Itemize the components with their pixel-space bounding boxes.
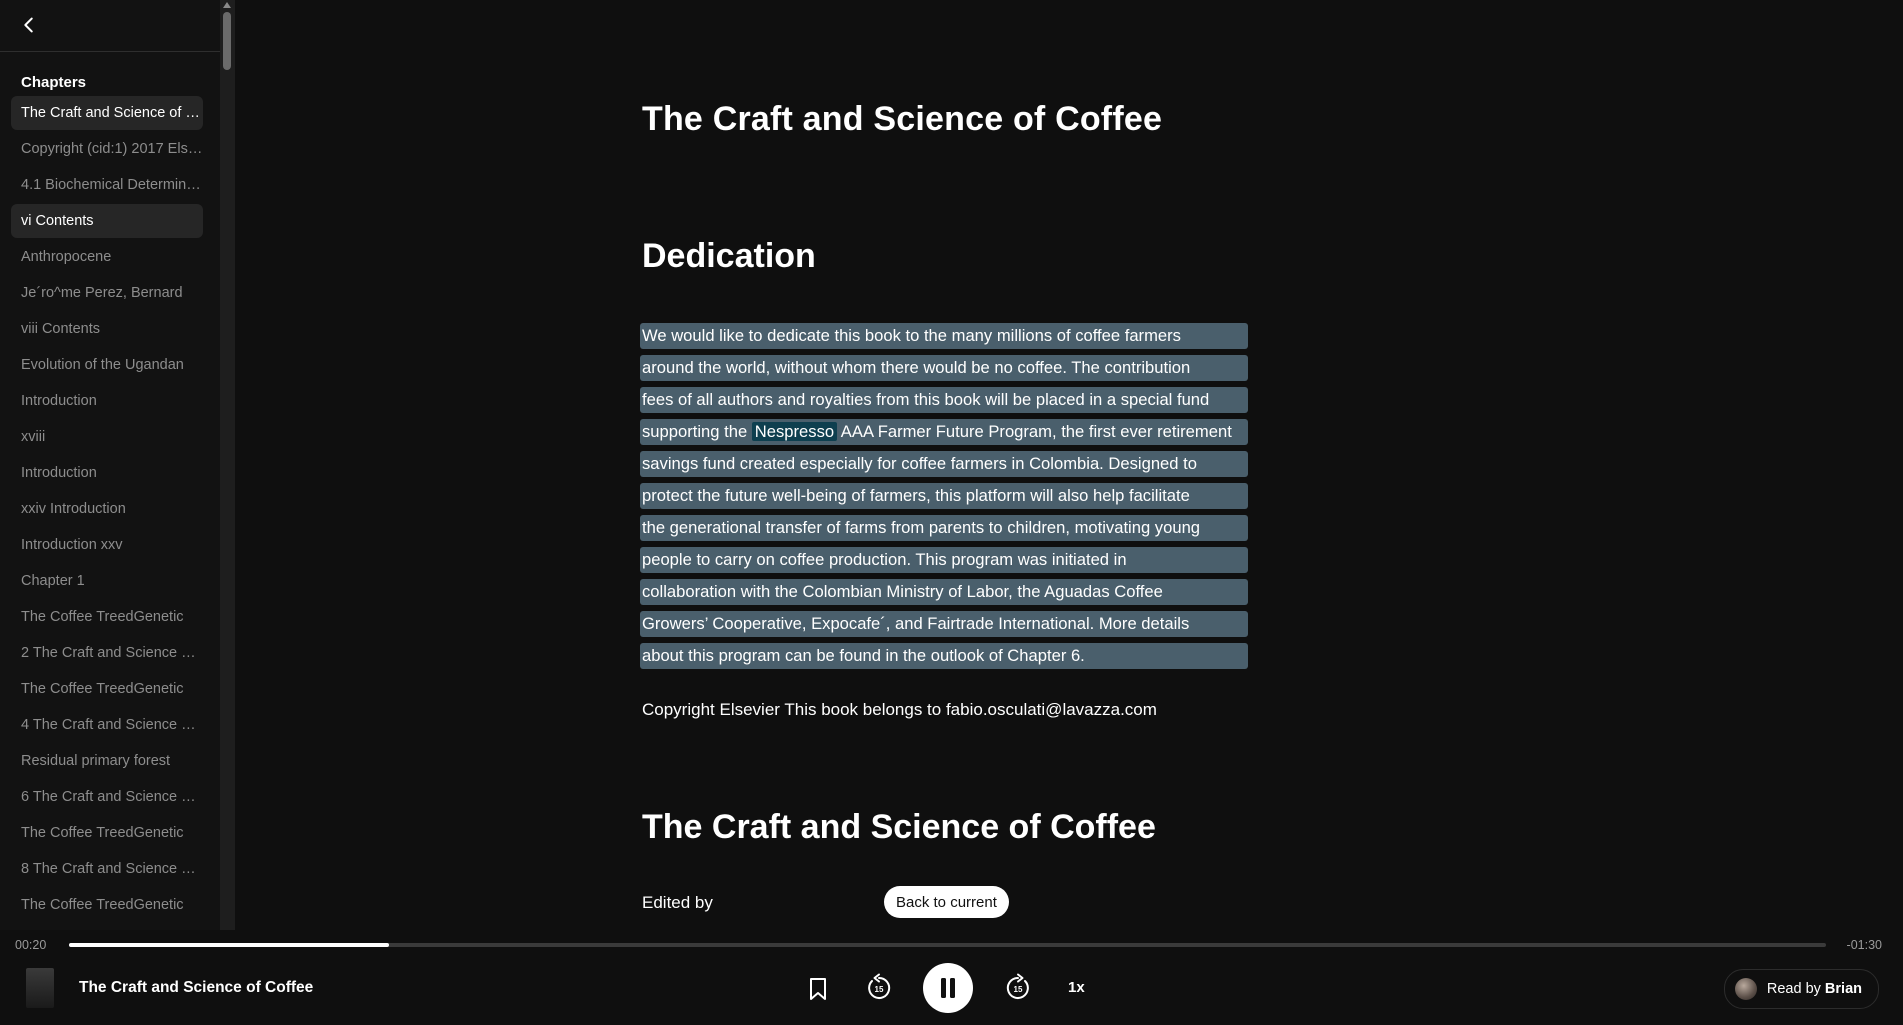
chapter-item[interactable]: Introduction xyxy=(11,384,203,418)
dedication-line: people to carry on coffee production. Th… xyxy=(640,547,1248,573)
chapter-item[interactable]: 8 The Craft and Science of Coffee xyxy=(11,852,203,886)
back-arrow-icon[interactable] xyxy=(18,14,40,36)
dedication-text[interactable]: We would like to dedicate this book to t… xyxy=(640,323,1248,675)
sidebar-header xyxy=(0,0,220,52)
elapsed-time: 00:20 xyxy=(15,938,47,952)
chapter-item[interactable]: The Coffee TreedGenetic xyxy=(11,816,203,850)
chapter-item[interactable]: The Coffee TreedGenetic xyxy=(11,888,203,922)
chapter-item[interactable]: Chapter 1 xyxy=(11,564,203,598)
bookmark-icon[interactable] xyxy=(806,976,830,1002)
chapter-list: The Craft and Science of CoffeeCopyright… xyxy=(11,96,203,924)
dedication-line: about this program can be found in the o… xyxy=(640,643,1248,669)
svg-text:15: 15 xyxy=(1014,985,1023,994)
dedication-line: collaboration with the Colombian Ministr… xyxy=(640,579,1248,605)
chapter-item[interactable]: Evolution of the Ugandan xyxy=(11,348,203,382)
rewind-15-icon[interactable]: 15 xyxy=(864,973,894,1003)
chapter-item[interactable]: 4.1 Biochemical Determinants xyxy=(11,168,203,202)
audio-player: 00:20 -01:30 The Craft and Science of Co… xyxy=(0,930,1903,1025)
chapter-item[interactable]: vi Contents xyxy=(11,204,203,238)
dedication-line: fees of all authors and royalties from t… xyxy=(640,387,1248,413)
chapter-item[interactable]: Copyright (cid:1) 2017 Elsevier Inc. xyxy=(11,132,203,166)
scroll-up-arrow-icon[interactable] xyxy=(223,2,231,8)
current-word-highlight: Nespresso xyxy=(751,422,838,441)
chapter-item[interactable]: 4 The Craft and Science of Coffee xyxy=(11,708,203,742)
pause-icon xyxy=(941,978,955,998)
reader-content: The Craft and Science of Coffee Dedicati… xyxy=(642,100,1262,276)
chapters-heading: Chapters xyxy=(21,74,87,91)
scrollbar-thumb[interactable] xyxy=(223,12,231,70)
player-book-title: The Craft and Science of Coffee xyxy=(79,979,314,996)
chapter-item[interactable]: Je´ro^me Perez, Bernard xyxy=(11,276,203,310)
back-to-current-button[interactable]: Back to current xyxy=(884,886,1009,918)
pause-button[interactable] xyxy=(923,963,973,1013)
sidebar-scrollbar[interactable] xyxy=(220,0,235,940)
progress-bar[interactable] xyxy=(69,943,1826,947)
chapter-item[interactable]: The Coffee TreedGenetic xyxy=(11,672,203,706)
progress-fill xyxy=(69,943,389,947)
chapter-item[interactable]: 2 The Craft and Science of Coffee xyxy=(11,636,203,670)
chapter-item[interactable]: xxiv Introduction xyxy=(11,492,203,526)
chapter-item[interactable]: Residual primary forest xyxy=(11,744,203,778)
svg-text:15: 15 xyxy=(875,985,884,994)
book-cover-thumbnail xyxy=(26,968,54,1008)
forward-15-icon[interactable]: 15 xyxy=(1003,973,1033,1003)
dedication-text-segment: supporting the xyxy=(642,422,752,441)
narrator-avatar xyxy=(1734,978,1757,1000)
dedication-text-segment: AAA Farmer Future Program, the first eve… xyxy=(837,422,1232,441)
chapter-item[interactable]: The Coffee TreedGenetic xyxy=(11,600,203,634)
chapter-item[interactable]: xviii xyxy=(11,420,203,454)
chapter-item[interactable]: Anthropocene xyxy=(11,240,203,274)
dedication-line: the generational transfer of farms from … xyxy=(640,515,1248,541)
chapters-sidebar: Chapters The Craft and Science of Coffee… xyxy=(0,0,220,940)
dedication-line: We would like to dedicate this book to t… xyxy=(640,323,1248,349)
read-by-label: Read by xyxy=(1766,981,1821,997)
chapter-item[interactable]: viii Contents xyxy=(11,312,203,346)
chapter-item[interactable]: Introduction xyxy=(11,456,203,490)
dedication-line: savings fund created especially for coff… xyxy=(640,451,1248,477)
playback-speed-button[interactable]: 1x xyxy=(1068,979,1085,996)
dedication-line: supporting the Nespresso AAA Farmer Futu… xyxy=(640,419,1248,445)
section-title: The Craft and Science of Coffee xyxy=(642,808,1156,846)
narrator-name: Brian xyxy=(1824,981,1862,997)
book-title: The Craft and Science of Coffee xyxy=(642,100,1163,138)
dedication-heading: Dedication xyxy=(642,237,816,275)
chapter-item[interactable]: The Craft and Science of Coffee xyxy=(11,96,203,130)
copyright-line: Copyright Elsevier This book belongs to … xyxy=(642,700,1157,719)
dedication-line: around the world, without whom there wou… xyxy=(640,355,1248,381)
remaining-time: -01:30 xyxy=(1846,938,1882,952)
narrator-button[interactable]: Read by Brian xyxy=(1723,969,1879,1009)
dedication-line: Growers’ Cooperative, Expocafe´, and Fai… xyxy=(640,611,1248,637)
edited-by-label: Edited by xyxy=(642,893,713,912)
chapter-item[interactable]: Introduction xxv xyxy=(11,528,203,562)
dedication-line: protect the future well-being of farmers… xyxy=(640,483,1248,509)
chapter-item[interactable]: 6 The Craft and Science of Coffee xyxy=(11,780,203,814)
